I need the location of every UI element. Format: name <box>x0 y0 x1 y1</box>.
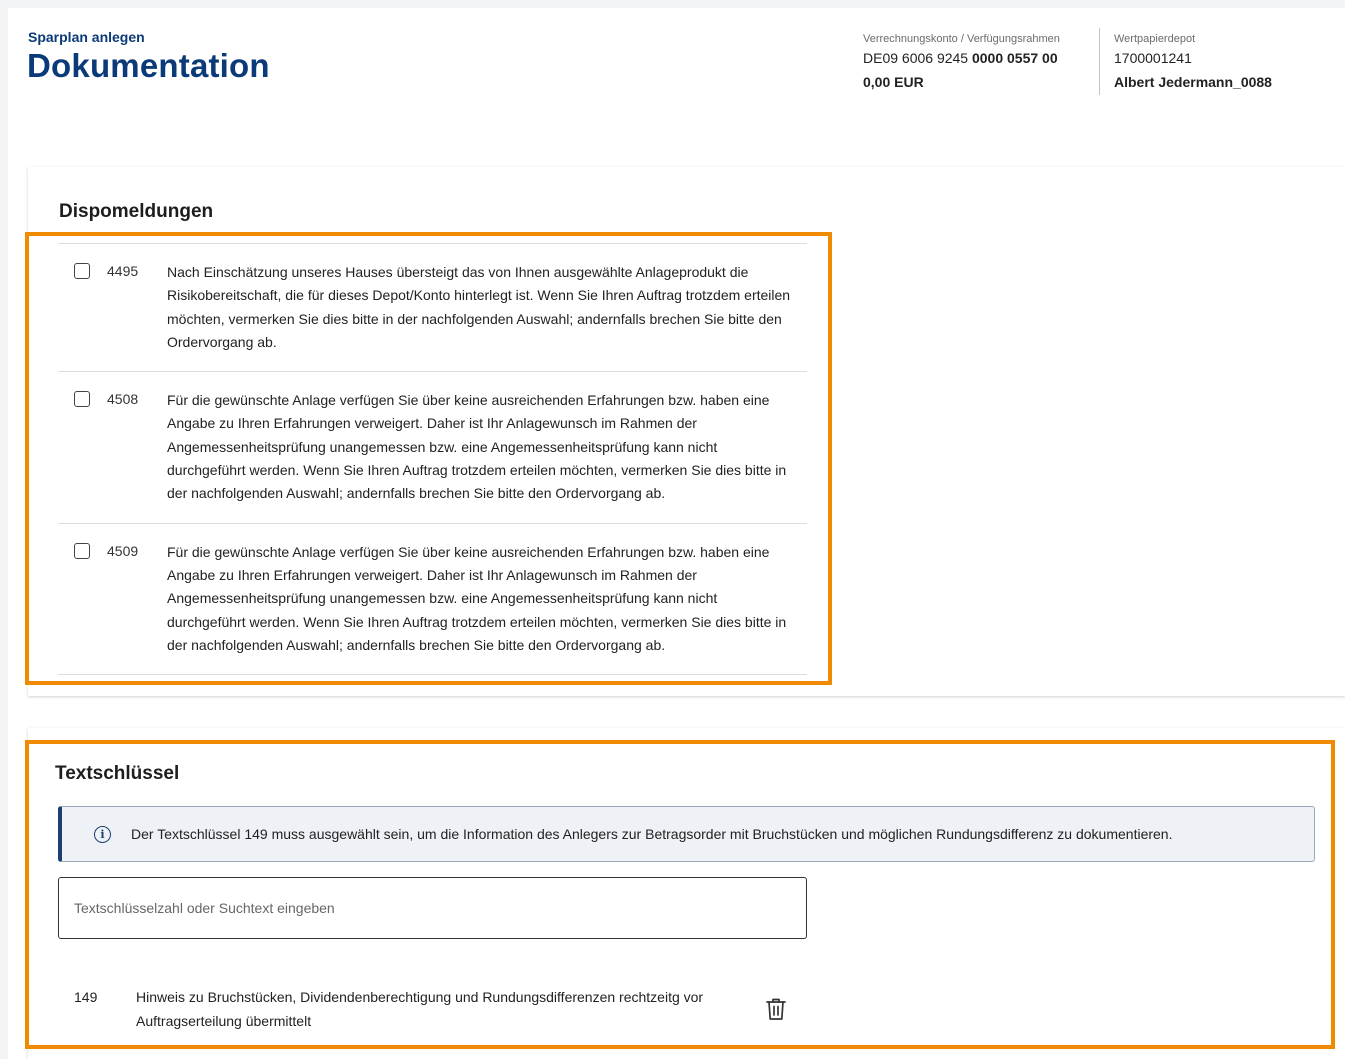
dispo-item: 4495 Nach Einschätzung unseres Hauses üb… <box>58 243 807 371</box>
depot-label: Wertpapierdepot <box>1114 33 1196 45</box>
dispomeldungen-list: 4495 Nach Einschätzung unseres Hauses üb… <box>58 243 807 676</box>
trash-icon[interactable] <box>765 997 787 1021</box>
dispo-text: Für die gewünschte Anlage verfügen Sie ü… <box>167 392 787 502</box>
selected-key-code: 149 <box>74 989 98 1005</box>
info-icon: i <box>94 825 111 843</box>
dispo-code: 4509 <box>107 542 139 559</box>
dispo-checkbox[interactable] <box>74 263 90 279</box>
account-iban: DE09 6006 9245 0000 0557 00 <box>863 50 1060 66</box>
dispo-code: 4495 <box>107 263 139 279</box>
page-subtitle: Sparplan anlegen <box>28 29 145 45</box>
dispo-item: 4509 Für die gewünschte Anlage verfügen … <box>58 522 807 676</box>
header-divider <box>1099 28 1100 95</box>
textschluessel-search-input[interactable] <box>58 877 807 939</box>
depot-number: 1700001241 <box>1114 50 1192 66</box>
textschluessel-title: Textschlüssel <box>55 763 180 784</box>
account-balance: 0,00 EUR <box>863 74 924 90</box>
dispo-item: 4508 Für die gewünschte Anlage verfügen … <box>58 371 807 522</box>
dispomeldungen-title: Dispomeldungen <box>59 201 214 222</box>
account-label: Verrechnungskonto / Verfügungsrahmen <box>863 33 1060 45</box>
depot-info: Wertpapierdepot 1700001241 Albert Jederm… <box>1114 33 1272 90</box>
dispo-checkbox[interactable] <box>74 542 90 559</box>
depot-owner: Albert Jedermann_0088 <box>1114 74 1272 90</box>
info-banner: i Der Textschlüssel 149 muss ausgewählt … <box>58 806 1315 862</box>
dispo-code: 4508 <box>107 391 139 408</box>
iban-bold: 0000 0557 00 <box>971 50 1058 66</box>
iban-prefix: DE09 6006 9245 <box>863 50 969 66</box>
page-title: Dokumentation <box>27 47 270 84</box>
dispo-text: Nach Einschätzung unseres Hauses überste… <box>167 264 791 350</box>
selected-key-row: 149 Hinweis zu Bruchstücken, Dividendenb… <box>58 985 807 1035</box>
dispo-text: Für die gewünschte Anlage verfügen Sie ü… <box>167 543 787 653</box>
account-info: Verrechnungskonto / Verfügungsrahmen DE0… <box>863 33 1060 90</box>
info-text: Der Textschlüssel 149 muss ausgewählt se… <box>131 826 1173 842</box>
selected-key-text: Hinweis zu Bruchstücken, Dividendenberec… <box>136 989 704 1029</box>
dispo-checkbox[interactable] <box>74 391 90 408</box>
